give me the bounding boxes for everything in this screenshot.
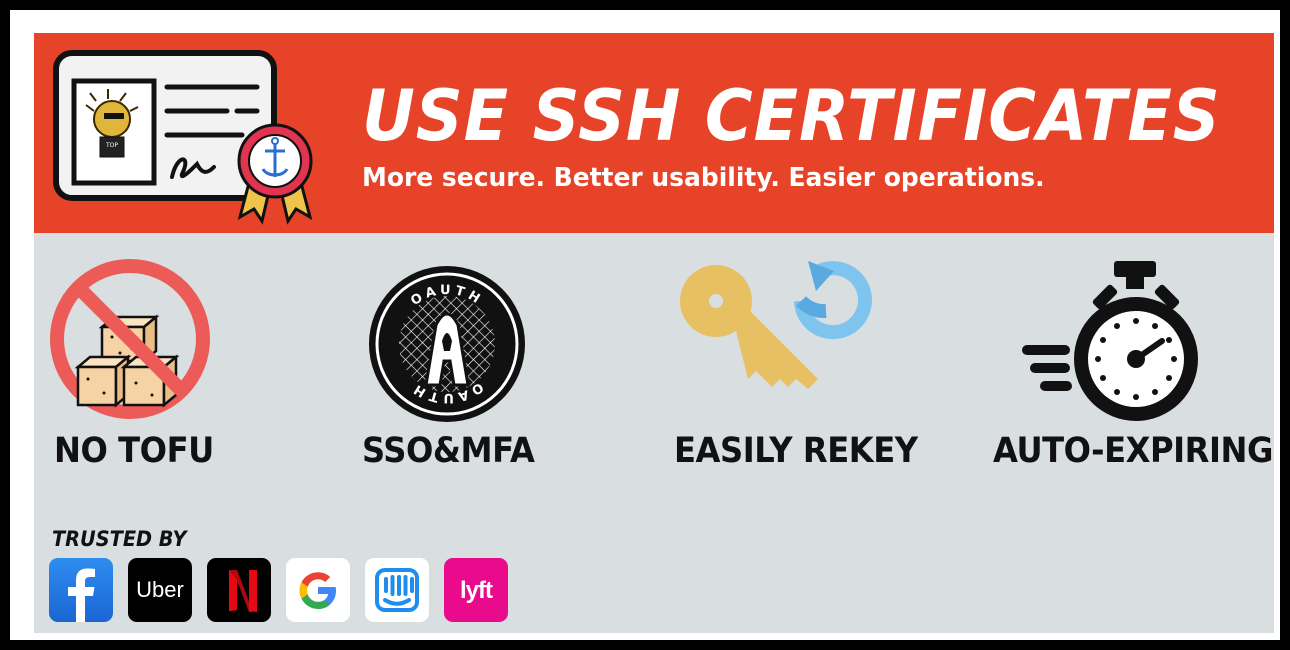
facebook-icon <box>68 568 95 622</box>
banner-title: USE SSH CERTIFICATES <box>362 75 1221 157</box>
google-logo <box>286 558 350 622</box>
intercom-logo <box>365 558 429 622</box>
intercom-icon <box>375 568 419 612</box>
feature-label-auto-expiring: AUTO-EXPIRING <box>993 431 1273 471</box>
feature-label-sso-mfa: SSO&MFA <box>362 431 535 471</box>
feature-label-easily-rekey: EASILY REKEY <box>674 431 918 471</box>
no-tofu-icon <box>50 259 210 419</box>
graphic-canvas: TOP USE SSH CERTIFICATES More secure. Be… <box>34 33 1274 633</box>
outer-frame: TOP USE SSH CERTIFICATES More secure. Be… <box>0 0 1290 650</box>
banner-subtitle: More secure. Better usability. Easier op… <box>362 163 1045 193</box>
netflix-icon <box>229 570 257 612</box>
lyft-icon: lyft <box>460 577 494 604</box>
oauth-icon: OAUTH OAUTH <box>369 266 525 422</box>
netflix-logo <box>207 558 271 622</box>
logo-row: Uber lyft <box>49 558 508 622</box>
header-banner: TOP USE SSH CERTIFICATES More secure. Be… <box>34 33 1274 233</box>
certificate-icon: TOP <box>53 50 313 225</box>
lyft-logo: lyft <box>444 558 508 622</box>
google-icon <box>299 572 336 609</box>
stopwatch-icon <box>1022 261 1198 421</box>
key-refresh-icon <box>680 261 872 389</box>
feature-label-no-tofu: NO TOFU <box>54 431 214 471</box>
facebook-logo <box>49 558 113 622</box>
trusted-by-heading: TRUSTED BY <box>52 527 187 551</box>
uber-logo: Uber <box>128 558 192 622</box>
svg-text:TOP: TOP <box>105 142 118 149</box>
lyft-wordmark: lyft <box>460 577 493 604</box>
inner-frame: TOP USE SSH CERTIFICATES More secure. Be… <box>10 10 1280 640</box>
